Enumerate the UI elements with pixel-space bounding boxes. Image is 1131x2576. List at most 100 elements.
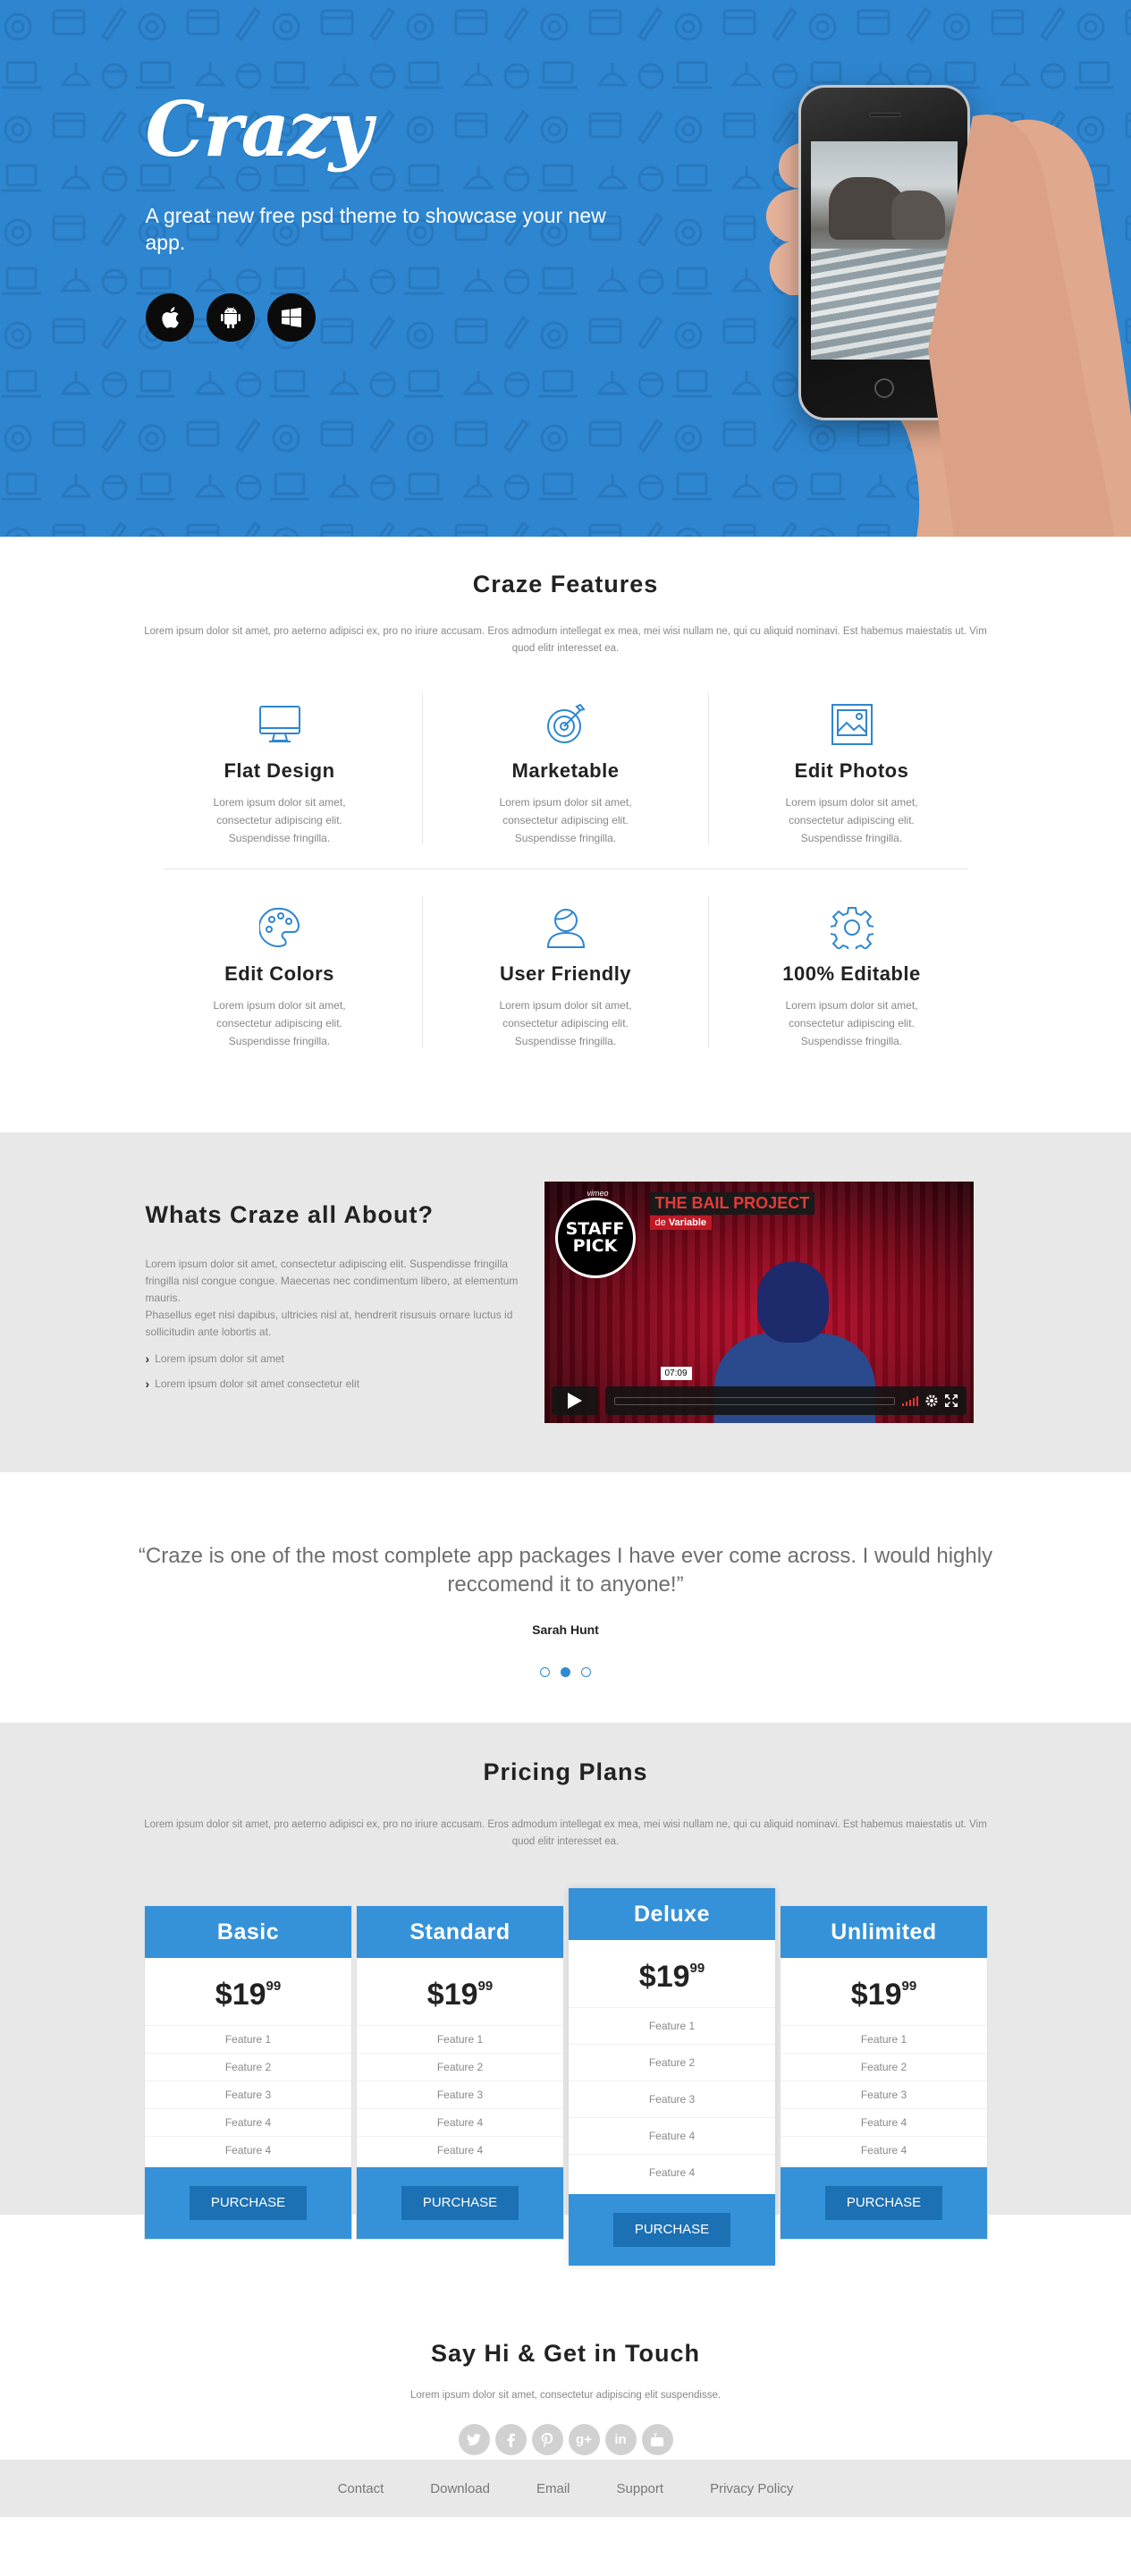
purchase-button-unlimited[interactable]: PURCHASE: [824, 2186, 943, 2220]
feature-text: Lorem ipsum dolor sit amet, consectetur …: [785, 999, 918, 1047]
staff-pick-badge: STAFF PICK: [554, 1198, 636, 1278]
plan-footer: PURCHASE: [569, 2194, 775, 2266]
plan-feature: Feature 1: [781, 2025, 987, 2053]
feature-title: User Friendly: [499, 962, 632, 985]
play-icon: [567, 1393, 582, 1409]
linkedin-icon[interactable]: in: [604, 2424, 637, 2455]
carousel-dot[interactable]: [540, 1667, 550, 1677]
plan-feature: Feature 4: [145, 2136, 351, 2164]
feature-edit-colors: Edit Colors Lorem ipsum dolor sit amet, …: [137, 896, 423, 1059]
plan-feature: Feature 2: [569, 2044, 775, 2080]
apple-icon: [161, 307, 179, 328]
plan-name: Unlimited: [781, 1906, 987, 1958]
plan-price-dollars: $19: [850, 1978, 902, 2012]
plan-feature: Feature 4: [357, 2108, 563, 2136]
plan-name: Deluxe: [569, 1888, 775, 1940]
plan-feature: Feature 4: [357, 2136, 563, 2164]
palette-icon: [258, 907, 300, 947]
features-section: Craze Features Lorem ipsum dolor sit ame…: [0, 537, 1131, 1132]
feature-text: Lorem ipsum dolor sit amet, consectetur …: [785, 796, 918, 844]
carousel-dot[interactable]: [581, 1667, 591, 1677]
about-content: Whats Craze all About? Lorem ipsum dolor…: [146, 1182, 539, 1423]
video-title[interactable]: THE BAIL PROJECT: [649, 1192, 815, 1215]
video-thumbnail-head: [756, 1262, 829, 1343]
feature-text: Lorem ipsum dolor sit amet, consectetur …: [499, 796, 632, 844]
chevron-right-icon: ›: [145, 1377, 150, 1391]
list-item-text: Lorem ipsum dolor sit amet consectetur e…: [155, 1377, 359, 1390]
list-item: › Lorem ipsum dolor sit amet: [146, 1352, 539, 1366]
windows-icon: [281, 308, 301, 327]
about-title: Whats Craze all About?: [145, 1201, 435, 1228]
image-icon: [831, 704, 873, 745]
purchase-button-standard[interactable]: PURCHASE: [401, 2186, 519, 2220]
user-icon: [546, 909, 585, 948]
phone-home-button: [874, 378, 894, 398]
play-button[interactable]: [551, 1386, 598, 1415]
about-paragraph-1: Lorem ipsum dolor sit amet, consectetur …: [145, 1258, 519, 1304]
video-progress-bar[interactable]: 07:09: [604, 1367, 966, 1415]
feature-text: Lorem ipsum dolor sit amet, consectetur …: [499, 999, 632, 1047]
plan-price-cents: 99: [266, 1978, 282, 1994]
plan-price-cents: 99: [477, 1978, 494, 1994]
pricing-plans: Basic $1999 Feature 1 Feature 2 Feature …: [145, 1888, 987, 2266]
pricing-section: Pricing Plans Lorem ipsum dolor sit amet…: [0, 1723, 1131, 2266]
chevron-right-icon: ›: [145, 1352, 150, 1366]
store-buttons: [145, 293, 316, 342]
footer-link-privacy-policy[interactable]: Privacy Policy: [710, 2481, 793, 2496]
vimeo-logo: vimeo: [587, 1189, 609, 1198]
feature-row: Edit Colors Lorem ipsum dolor sit amet, …: [137, 896, 995, 1059]
windows-store-button[interactable]: [266, 293, 316, 342]
plan-deluxe: Deluxe $1999 Feature 1 Feature 2 Feature…: [569, 1888, 775, 2266]
android-store-button[interactable]: [206, 293, 255, 342]
video-author-prefix: de: [654, 1217, 666, 1228]
testimonial-section: “Craze is one of the most complete app p…: [0, 1472, 1131, 1723]
feature-edit-photos: Edit Photos Lorem ipsum dolor sit amet, …: [709, 693, 995, 856]
plan-feature: Feature 2: [145, 2053, 351, 2080]
plan-feature: Feature 1: [569, 2007, 775, 2044]
about-list: › Lorem ipsum dolor sit amet › Lorem ipsum…: [146, 1352, 539, 1391]
feature-title: 100% Editable: [782, 962, 921, 985]
plan-feature: Feature 4: [781, 2108, 987, 2136]
phone-in-hand-image: [718, 63, 1131, 537]
purchase-button-basic[interactable]: PURCHASE: [189, 2186, 308, 2220]
plan-standard: Standard $1999 Feature 1 Feature 2 Featu…: [357, 1906, 563, 2239]
video-player[interactable]: vimeo STAFF PICK THE BAIL PROJECT de Vari…: [544, 1182, 974, 1423]
plan-footer: PURCHASE: [781, 2167, 987, 2239]
settings-icon[interactable]: [925, 1394, 938, 1407]
progress-track[interactable]: [613, 1396, 895, 1405]
pinterest-icon[interactable]: [531, 2424, 563, 2455]
pricing-title: Pricing Plans: [483, 1758, 648, 1785]
fullscreen-icon[interactable]: [944, 1394, 958, 1407]
plan-feature: Feature 1: [145, 2025, 351, 2053]
plan-feature: Feature 3: [357, 2080, 563, 2108]
brand-logo[interactable]: Crazy: [146, 85, 373, 174]
video-time: 07:09: [660, 1367, 692, 1380]
twitter-icon[interactable]: [458, 2424, 490, 2455]
youtube-icon[interactable]: [641, 2424, 673, 2455]
monitor-icon: [258, 706, 300, 742]
plan-feature: Feature 3: [569, 2080, 775, 2117]
plan-price: $1999: [781, 1958, 987, 2025]
plan-feature: Feature 4: [781, 2136, 987, 2164]
facebook-icon[interactable]: [494, 2424, 527, 2455]
purchase-button-deluxe[interactable]: PURCHASE: [612, 2213, 731, 2247]
about-paragraph-2: Phasellus eget nisi dapibus, ultricies n…: [145, 1309, 513, 1338]
contact-description: Lorem ipsum dolor sit amet, consectetur …: [409, 2390, 722, 2401]
footer-link-support[interactable]: Support: [617, 2481, 664, 2496]
footer-link-contact[interactable]: Contact: [338, 2481, 384, 2496]
plan-feature: Feature 2: [781, 2053, 987, 2080]
volume-icon[interactable]: [901, 1395, 918, 1406]
carousel-dot-active[interactable]: [561, 1667, 570, 1677]
apple-store-button[interactable]: [145, 293, 194, 342]
google-plus-icon[interactable]: g+: [568, 2424, 600, 2455]
video-controls: 07:09: [551, 1367, 966, 1416]
footer-link-email[interactable]: Email: [536, 2481, 570, 2496]
features-grid: Flat Design Lorem ipsum dolor sit amet, …: [137, 693, 995, 1059]
video-author[interactable]: de Variable: [649, 1216, 713, 1230]
footer-link-download[interactable]: Download: [430, 2481, 490, 2496]
phone-speaker: [868, 113, 901, 117]
plan-features: Feature 1 Feature 2 Feature 3 Feature 4 …: [145, 2025, 351, 2164]
pricing-description: Lorem ipsum dolor sit amet, pro aeterno …: [144, 1819, 987, 1847]
feature-editable: 100% Editable Lorem ipsum dolor sit amet…: [709, 896, 995, 1059]
hero-tagline: A great new free psd theme to showcase y…: [145, 204, 606, 254]
